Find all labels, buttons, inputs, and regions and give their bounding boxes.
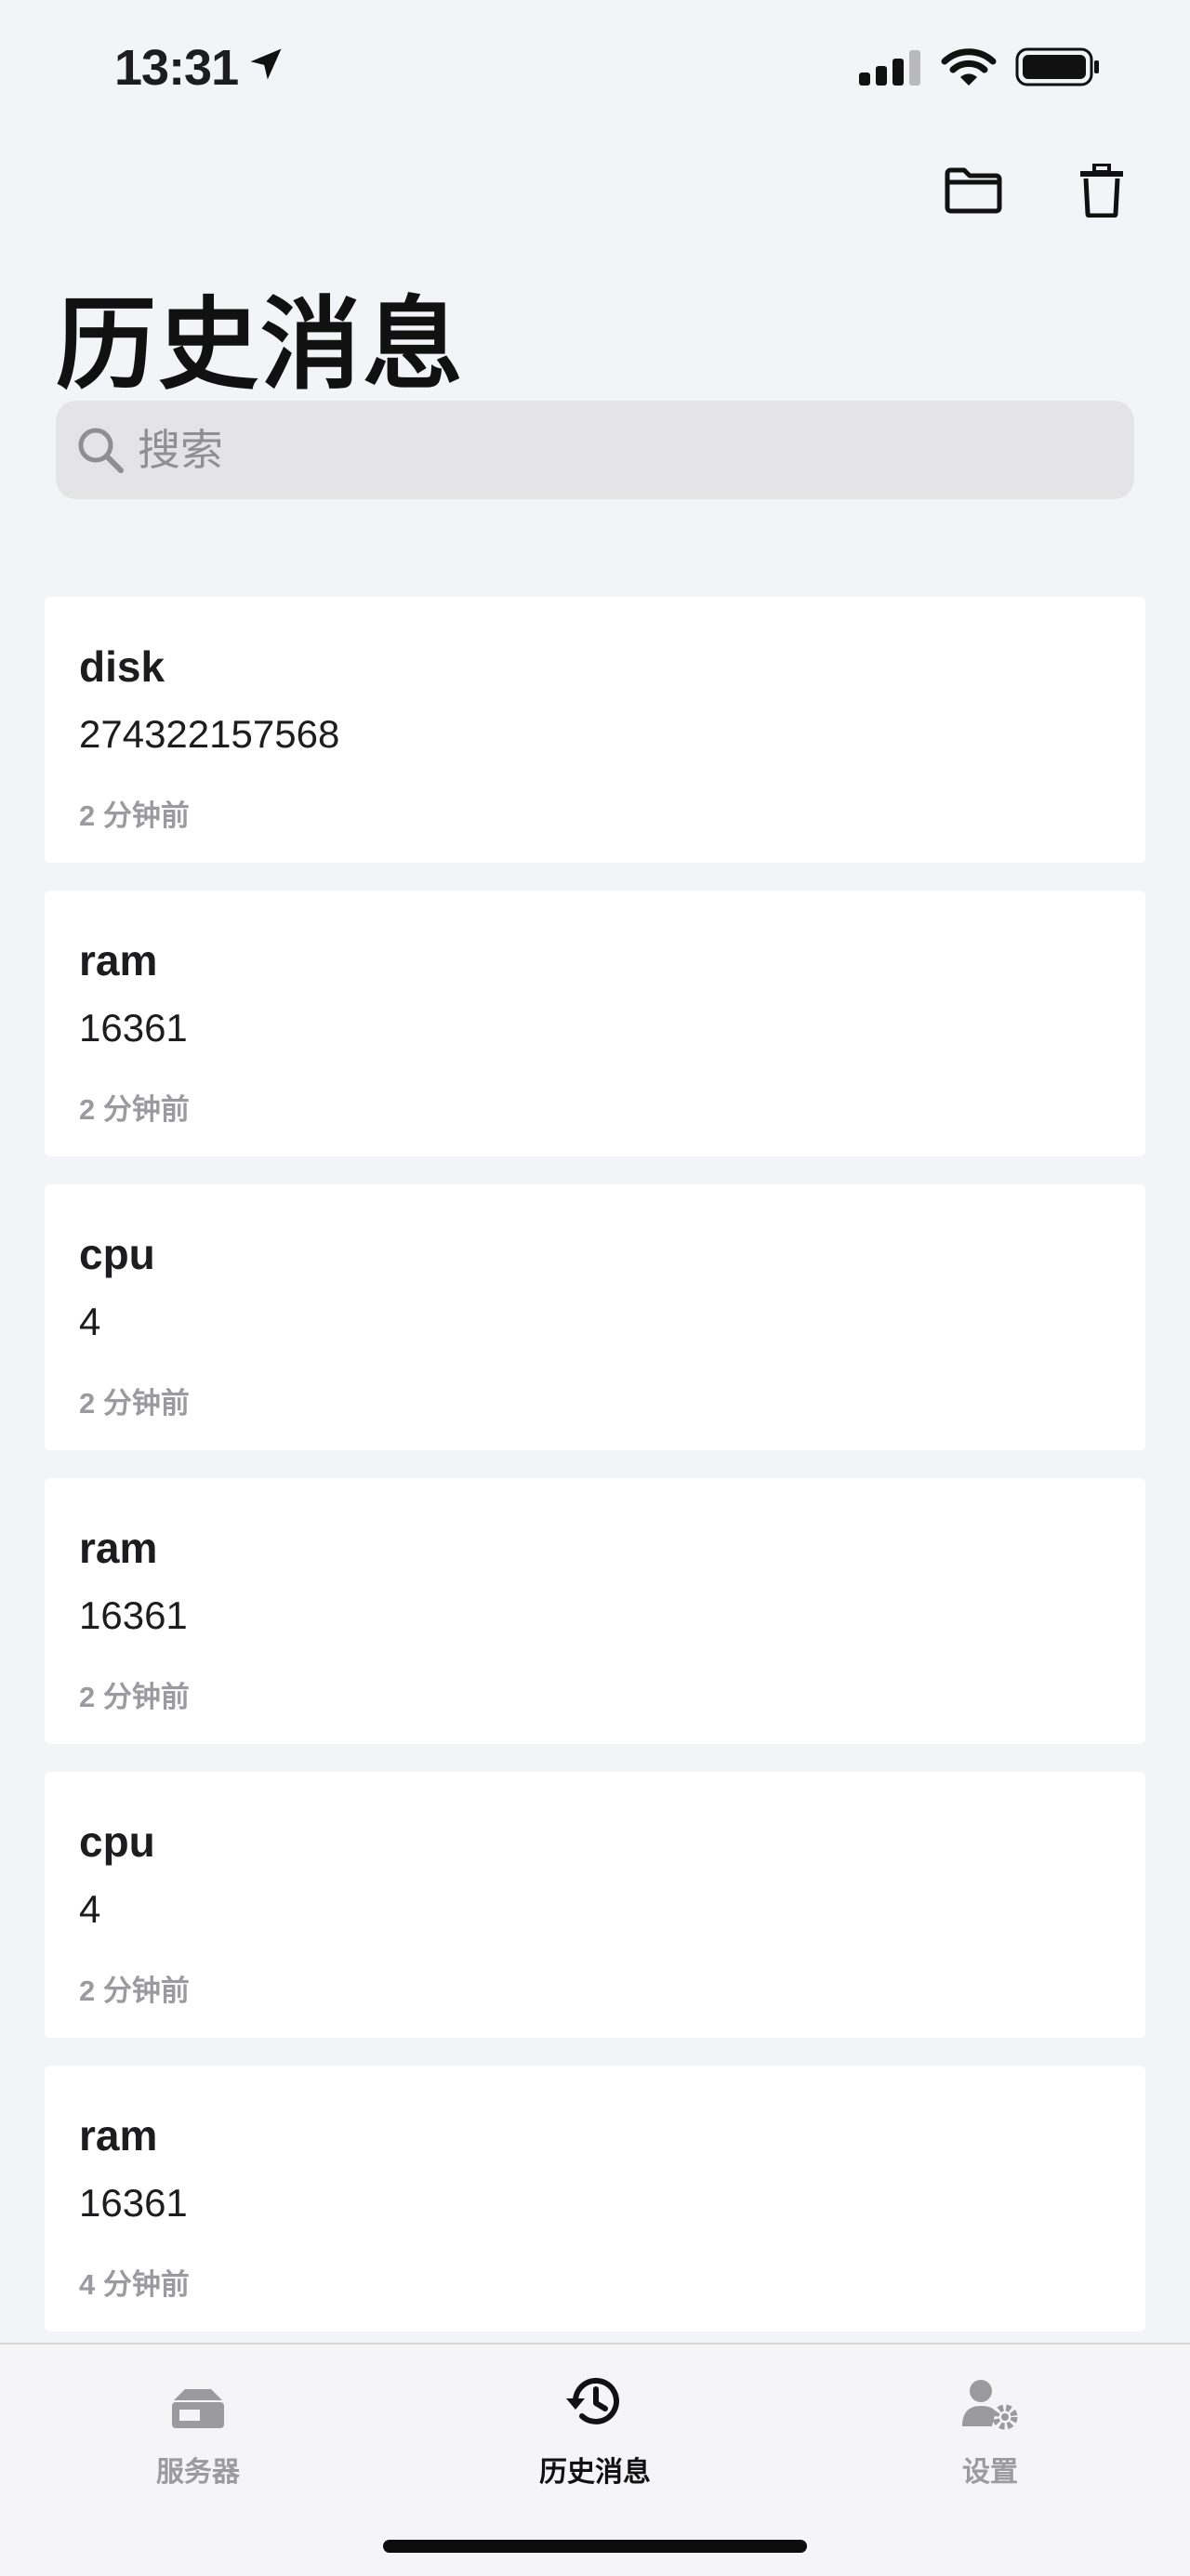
location-arrow-icon xyxy=(245,39,286,97)
message-time: 2 分钟前 xyxy=(79,1681,190,1713)
folder-button[interactable] xyxy=(939,163,1008,222)
message-title: cpu xyxy=(79,1817,155,1866)
message-value: 16361 xyxy=(79,1593,188,1637)
status-bar-indicators xyxy=(859,46,1101,92)
server-icon xyxy=(168,2367,228,2432)
search-input[interactable] xyxy=(136,424,1069,476)
message-value: 4 xyxy=(79,1300,101,1343)
message-time: 2 分钟前 xyxy=(79,1387,190,1420)
cellular-signal-icon xyxy=(859,48,922,90)
message-value: 16361 xyxy=(79,1006,188,1050)
settings-icon xyxy=(960,2367,1020,2432)
battery-icon xyxy=(1015,46,1101,92)
search-icon xyxy=(73,422,128,478)
message-title: disk xyxy=(79,642,165,691)
message-card[interactable]: ram 16361 2 分钟前 xyxy=(45,1478,1145,1744)
tab-servers[interactable]: 服务器 xyxy=(59,2367,337,2490)
message-time: 4 分钟前 xyxy=(79,2268,190,2301)
message-card[interactable]: ram 16361 4 分钟前 xyxy=(45,2066,1145,2332)
message-title: cpu xyxy=(79,1230,155,1278)
folder-icon xyxy=(944,166,1003,219)
message-card[interactable]: disk 274322157568 2 分钟前 xyxy=(45,597,1145,863)
message-title: ram xyxy=(79,936,158,984)
tab-history[interactable]: 历史消息 xyxy=(456,2367,734,2490)
message-title: ram xyxy=(79,1524,158,1572)
clock-text: 13:31 xyxy=(114,40,239,96)
message-time: 2 分钟前 xyxy=(79,799,190,832)
tab-label: 设置 xyxy=(962,2457,1018,2488)
home-indicator[interactable] xyxy=(383,2540,807,2553)
message-card[interactable]: cpu 4 2 分钟前 xyxy=(45,1772,1145,2038)
message-value: 4 xyxy=(79,1887,101,1931)
message-time: 2 分钟前 xyxy=(79,1975,190,2007)
message-list: disk 274322157568 2 分钟前 ram 16361 2 分钟前 … xyxy=(45,597,1145,2359)
tab-label: 历史消息 xyxy=(539,2457,651,2488)
search-bar[interactable] xyxy=(56,401,1134,499)
trash-icon xyxy=(1080,162,1123,222)
delete-button[interactable] xyxy=(1067,162,1136,222)
wifi-icon xyxy=(941,46,997,92)
tab-label: 服务器 xyxy=(156,2457,240,2488)
message-title: ram xyxy=(79,2111,158,2160)
history-icon xyxy=(564,2367,626,2432)
page-title: 历史消息 xyxy=(56,288,466,401)
message-value: 274322157568 xyxy=(79,712,340,756)
header-actions xyxy=(939,162,1136,222)
message-time: 2 分钟前 xyxy=(79,1093,190,1126)
message-card[interactable]: ram 16361 2 分钟前 xyxy=(45,891,1145,1156)
message-value: 16361 xyxy=(79,2181,188,2225)
tab-settings[interactable]: 设置 xyxy=(851,2367,1130,2490)
status-bar-time: 13:31 xyxy=(114,39,286,97)
message-card[interactable]: cpu 4 2 分钟前 xyxy=(45,1184,1145,1450)
